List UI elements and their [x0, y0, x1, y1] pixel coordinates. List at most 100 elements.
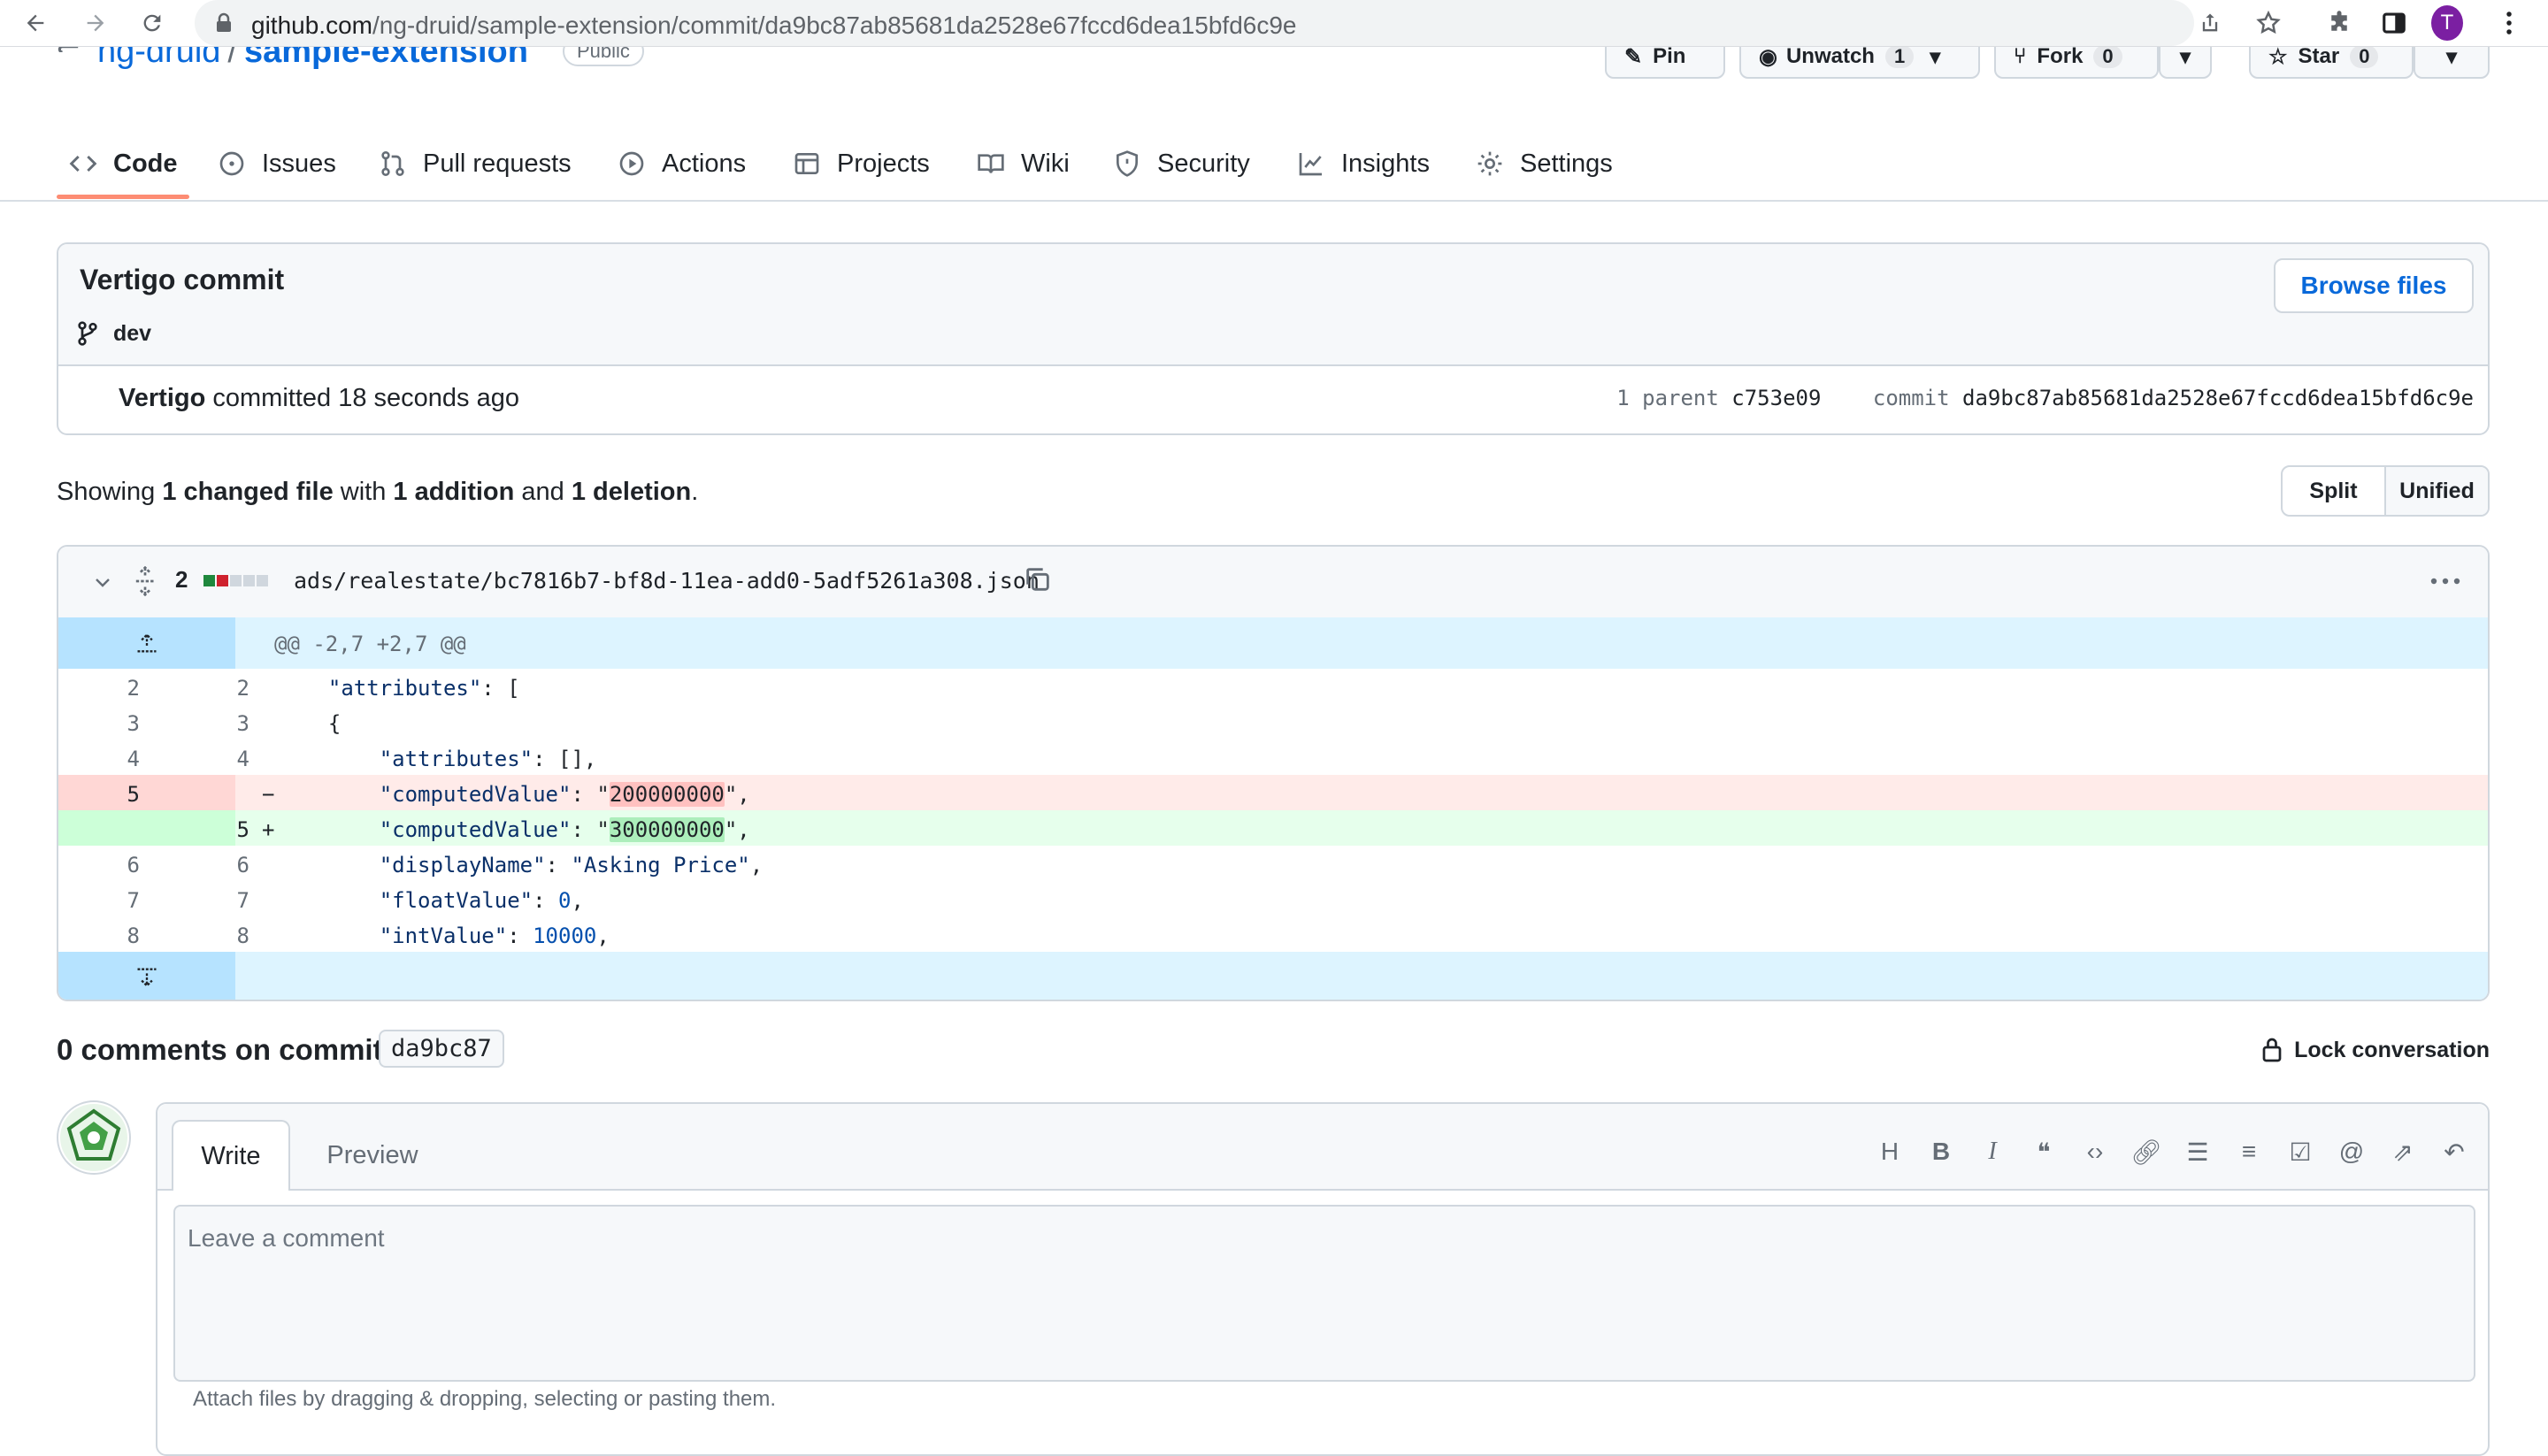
expand-up-button[interactable]: [58, 617, 235, 669]
star-button[interactable]: ☆ Star 0: [2249, 47, 2414, 79]
puzzle-icon: [2331, 11, 2347, 31]
diff-line: 88 "intValue": 10000,: [127, 923, 610, 948]
branch-label[interactable]: dev: [76, 320, 151, 347]
share-icon: [2202, 13, 2218, 32]
split-view-button[interactable]: Split: [2283, 467, 2384, 515]
commit-header: Vertigo commit dev Browse files Vertigo …: [57, 242, 2490, 435]
unwatch-button[interactable]: ◉ Unwatch 1 ▾: [1739, 47, 1980, 79]
fork-dropdown-button[interactable]: ▾: [2159, 47, 2212, 79]
task-list-icon[interactable]: ☑: [2284, 1136, 2316, 1168]
change-count: 2: [175, 566, 188, 593]
share-button[interactable]: [2194, 7, 2226, 39]
git-branch-icon: [78, 321, 97, 346]
write-tab[interactable]: Write: [172, 1120, 290, 1191]
issue-icon: [219, 151, 244, 176]
reload-button[interactable]: [136, 7, 168, 39]
commit-author-line: Vertigo committed 18 seconds ago: [119, 384, 519, 412]
diff-line-deletion: 5 − "computedValue": "200000000",: [58, 775, 2488, 810]
bulleted-list-icon[interactable]: ☰: [2182, 1136, 2214, 1168]
heading-icon[interactable]: H: [1874, 1136, 1906, 1168]
tab-projects[interactable]: Projects: [793, 142, 930, 186]
link-icon[interactable]: 🔗︎: [2130, 1136, 2162, 1168]
repo-name-link[interactable]: sample-extension: [244, 47, 528, 70]
pull-request-icon: [381, 151, 404, 176]
table-icon: [794, 153, 819, 174]
hunk-header: @@ -2,7 +2,7 @@: [274, 632, 466, 656]
expand-down-icon: [137, 968, 157, 987]
quote-icon[interactable]: ❝: [2028, 1136, 2060, 1168]
repo-header: ng-druid / sample-extension Public ✎ Pin ◉ U…: [0, 47, 2548, 126]
editor-tabs: Write Preview H B I ❝ ‹› 🔗︎ ☰ ≡ ☑ @ ⇗ ↶: [157, 1104, 2488, 1191]
mention-icon[interactable]: @: [2336, 1136, 2368, 1168]
markdown-toolbar: H B I ❝ ‹› 🔗︎ ☰ ≡ ☑ @ ⇗ ↶: [1874, 1136, 2470, 1168]
pin-button[interactable]: ✎ Pin: [1605, 47, 1725, 79]
active-tab-indicator: [57, 195, 189, 199]
more-options-icon[interactable]: [2429, 577, 2461, 586]
parent-sha-link[interactable]: c753e09: [1731, 386, 1821, 410]
reload-icon: [143, 14, 161, 32]
tab-pull-requests[interactable]: Pull requests: [379, 142, 572, 186]
chevron-down-icon[interactable]: [92, 571, 113, 593]
lock-conversation-button[interactable]: Lock conversation: [2260, 1037, 2490, 1063]
star-icon: ☆: [2268, 47, 2288, 69]
play-icon: [619, 151, 644, 176]
graph-icon: [1299, 153, 1322, 176]
expand-down-button[interactable]: [58, 952, 235, 1000]
code-icon: [69, 155, 97, 172]
numbered-list-icon[interactable]: ≡: [2233, 1136, 2265, 1168]
code-icon[interactable]: ‹›: [2079, 1136, 2111, 1168]
commit-author-link[interactable]: Vertigo: [119, 384, 205, 412]
extensions-button[interactable]: [2323, 7, 2355, 39]
side-panel-button[interactable]: [2378, 7, 2410, 39]
attach-files-hint[interactable]: Attach files by dragging & dropping, sel…: [193, 1387, 776, 1412]
diffstat-neutral-block: [257, 575, 268, 586]
diffstat-del-block: [217, 575, 228, 586]
unified-view-button[interactable]: Unified: [2384, 467, 2488, 515]
expand-all-icon[interactable]: [133, 566, 157, 596]
chevron-down-icon: ▾: [1930, 47, 1941, 69]
url-text: github.com/ng-druid/sample-extension/com…: [251, 11, 1297, 39]
hunk-header-row: @@ -2,7 +2,7 @@: [58, 617, 2488, 669]
tab-settings[interactable]: Settings: [1476, 142, 1613, 186]
tab-insights[interactable]: Insights: [1297, 142, 1430, 186]
site-info-icon[interactable]: [214, 12, 234, 38]
comment-textarea[interactable]: Leave a comment: [173, 1205, 2475, 1382]
diff-line: 44 "attributes": [],: [127, 747, 597, 771]
file-path-link[interactable]: ads/realestate/bc7816b7-bf8d-11ea-add0-5…: [294, 568, 1040, 594]
chrome-menu-button[interactable]: [2493, 7, 2525, 39]
tab-security[interactable]: Security: [1113, 142, 1250, 186]
profile-button[interactable]: T: [2431, 5, 2463, 41]
address-bar[interactable]: github.com/ng-druid/sample-extension/com…: [195, 0, 2194, 46]
reference-icon[interactable]: ⇗: [2387, 1136, 2419, 1168]
fork-button[interactable]: ⑂ Fork 0: [1994, 47, 2159, 79]
commit-sha-chip: da9bc87: [379, 1030, 504, 1068]
star-dropdown-button[interactable]: ▾: [2414, 47, 2490, 79]
tab-code[interactable]: Code: [69, 142, 178, 186]
repo-icon: [57, 47, 80, 57]
tab-issues[interactable]: Issues: [218, 142, 336, 186]
gear-icon: [1477, 151, 1502, 176]
italic-icon[interactable]: I: [1976, 1136, 2008, 1168]
forward-arrow-icon: [87, 14, 104, 32]
visibility-badge: Public: [563, 47, 644, 66]
bookmark-star-button[interactable]: [2253, 7, 2284, 39]
repo-owner-link[interactable]: ng-druid: [97, 47, 220, 70]
diffstat-add-block: [203, 575, 215, 586]
forward-button[interactable]: [80, 7, 111, 39]
side-panel-icon: [2383, 12, 2406, 34]
back-button[interactable]: [19, 7, 51, 39]
diff-view-toggle: Split Unified: [2281, 465, 2490, 517]
preview-tab[interactable]: Preview: [315, 1120, 430, 1191]
tab-actions[interactable]: Actions: [618, 142, 746, 186]
bold-icon[interactable]: B: [1925, 1136, 1957, 1168]
book-icon: [978, 154, 1004, 173]
browse-files-button[interactable]: Browse files: [2274, 258, 2474, 313]
user-avatar[interactable]: [57, 1100, 131, 1175]
tab-wiki[interactable]: Wiki: [977, 142, 1070, 186]
reply-icon[interactable]: ↶: [2438, 1136, 2470, 1168]
repo-title: ng-druid / sample-extension: [97, 47, 528, 71]
diffstat-neutral-block: [230, 575, 242, 586]
commit-title: Vertigo commit: [80, 264, 285, 295]
browser-toolbar: github.com/ng-druid/sample-extension/com…: [0, 0, 2548, 47]
copy-icon[interactable]: [1023, 564, 1053, 594]
